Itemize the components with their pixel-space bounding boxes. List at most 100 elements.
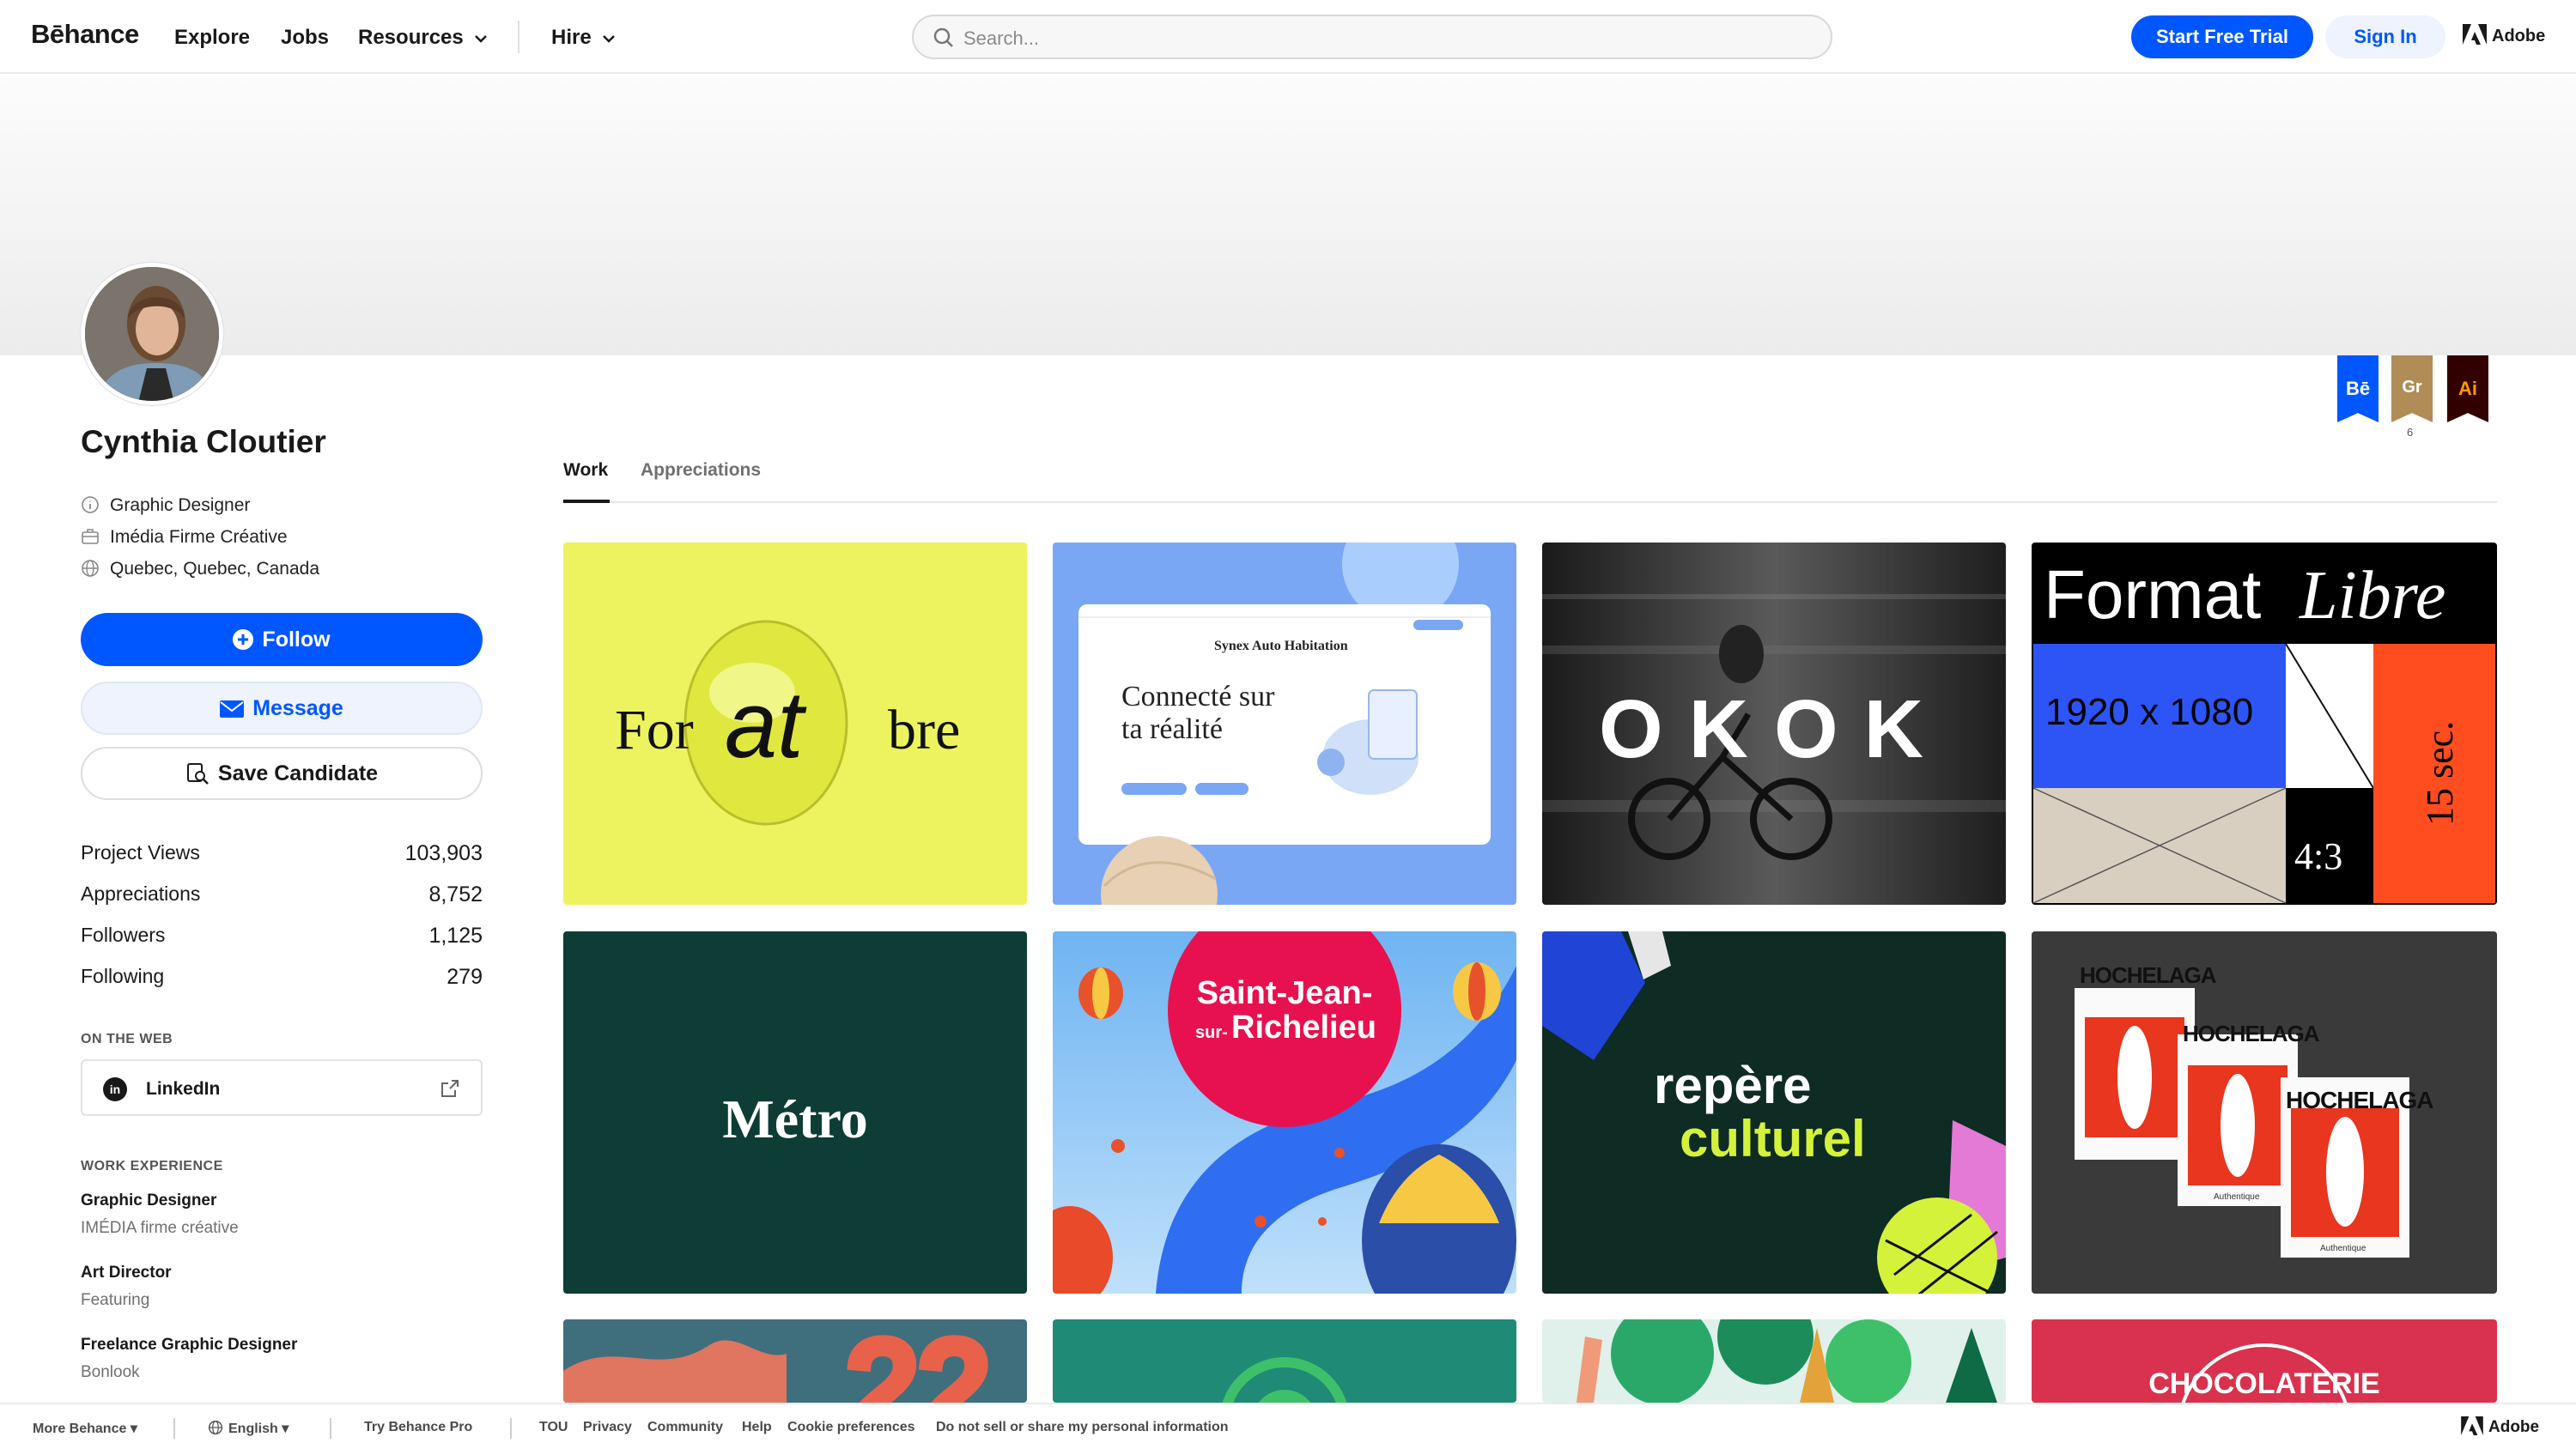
project-card-22[interactable]: 22 bbox=[563, 1319, 1027, 1403]
job-company: Featuring bbox=[81, 1291, 150, 1309]
project-cover bbox=[1053, 1319, 1516, 1403]
project-text: HOCHELAGA bbox=[2183, 1021, 2320, 1046]
project-cover: Synex Auto Habitation Connecté sur ta ré… bbox=[1053, 543, 1516, 905]
project-text: repère bbox=[1654, 1057, 1811, 1114]
behance-badge[interactable]: Bē bbox=[2337, 355, 2379, 422]
project-cover: OKOK bbox=[1542, 543, 2006, 905]
project-card-format-libre-yellow[interactable]: For at bre bbox=[563, 543, 1027, 905]
location-text: Quebec, Quebec, Canada bbox=[110, 559, 320, 579]
illustrator-badge[interactable]: Ai bbox=[2447, 355, 2488, 422]
footer-link-cookies[interactable]: Cookie preferences bbox=[787, 1420, 915, 1435]
nav-jobs[interactable]: Jobs bbox=[281, 26, 329, 50]
project-text: HOCHELAGA bbox=[2286, 1087, 2433, 1113]
stat-project-views: Project Views 103,903 bbox=[81, 841, 483, 865]
stat-followers[interactable]: Followers 1,125 bbox=[81, 924, 483, 948]
project-text: Métro bbox=[722, 1088, 867, 1149]
footer-link-community[interactable]: Community bbox=[647, 1420, 723, 1435]
adobe-link[interactable]: Adobe bbox=[2463, 24, 2545, 46]
tab-work[interactable]: Work bbox=[563, 460, 608, 481]
sign-in-button[interactable]: Sign In bbox=[2325, 15, 2445, 58]
job-company: IMÉDIA firme créative bbox=[81, 1219, 239, 1237]
avatar[interactable] bbox=[81, 263, 223, 405]
footer-link-privacy[interactable]: Privacy bbox=[583, 1420, 632, 1435]
project-text: ta réalité bbox=[1121, 713, 1223, 745]
profile-company: Imédia Firme Créative bbox=[81, 527, 288, 548]
info-icon bbox=[82, 496, 99, 513]
footer-divider bbox=[510, 1418, 512, 1439]
project-card-trees[interactable] bbox=[1542, 1319, 2006, 1403]
project-cover: Métro bbox=[563, 931, 1027, 1294]
nav-divider bbox=[518, 21, 519, 53]
search-input[interactable]: Search... bbox=[912, 15, 1832, 59]
save-candidate-icon bbox=[186, 763, 209, 785]
globe-icon bbox=[208, 1420, 223, 1435]
message-label: Message bbox=[252, 696, 343, 720]
project-text: Authentique bbox=[2214, 1192, 2260, 1202]
footer-link-do-not-sell[interactable]: Do not sell or share my personal informa… bbox=[936, 1420, 1229, 1435]
nav-resources[interactable]: Resources bbox=[358, 26, 488, 50]
project-card-synex[interactable]: Synex Auto Habitation Connecté sur ta ré… bbox=[1053, 543, 1516, 905]
project-card-saint-jean[interactable]: Saint-Jean- sur- Richelieu bbox=[1053, 931, 1516, 1294]
project-text: Authentique bbox=[2320, 1244, 2366, 1253]
footer-language-label: English bbox=[228, 1422, 278, 1436]
project-text: Format bbox=[2044, 556, 2261, 633]
footer-try-pro[interactable]: Try Behance Pro bbox=[364, 1420, 472, 1435]
project-card-metro[interactable]: Métro bbox=[563, 931, 1027, 1294]
avatar-photo bbox=[85, 267, 219, 401]
start-free-trial-button[interactable]: Start Free Trial bbox=[2131, 15, 2313, 58]
project-text: 15 sec. bbox=[2419, 721, 2461, 826]
active-tab-indicator bbox=[563, 500, 610, 503]
project-text: sur- bbox=[1195, 1023, 1228, 1042]
message-button[interactable]: Message bbox=[81, 682, 483, 735]
project-card-target[interactable] bbox=[1053, 1319, 1516, 1403]
project-card-okok[interactable]: OKOK bbox=[1542, 543, 2006, 905]
footer: More Behance ▾ English ▾ Try Behance Pro… bbox=[0, 1403, 2576, 1449]
footer-adobe-label: Adobe bbox=[2488, 1418, 2540, 1436]
project-card-hochelaga[interactable]: HOCHELAGA HOCHELAGA Authentique HOCHELAG… bbox=[2032, 931, 2497, 1294]
footer-more-behance[interactable]: More Behance ▾ bbox=[33, 1420, 137, 1437]
mail-icon bbox=[220, 700, 245, 718]
project-text: 22 bbox=[847, 1319, 990, 1403]
linkedin-link[interactable]: in LinkedIn bbox=[81, 1059, 483, 1116]
follow-button[interactable]: Follow bbox=[81, 613, 483, 666]
nav-hire[interactable]: Hire bbox=[551, 26, 616, 50]
tab-appreciations[interactable]: Appreciations bbox=[641, 460, 761, 481]
job-title: Graphic Designer bbox=[81, 1191, 217, 1210]
top-navigation: Bēhance Explore Jobs Resources Hire Sear… bbox=[0, 0, 2576, 74]
search-icon bbox=[933, 27, 953, 47]
stat-following[interactable]: Following 279 bbox=[81, 965, 483, 989]
stat-appreciations: Appreciations 8,752 bbox=[81, 882, 483, 906]
caret-down-icon: ▾ bbox=[130, 1422, 137, 1436]
project-text: 4:3 bbox=[2294, 835, 2342, 877]
project-text: at bbox=[725, 672, 807, 778]
footer-divider bbox=[330, 1418, 331, 1439]
profile-location: Quebec, Quebec, Canada bbox=[81, 559, 319, 579]
footer-adobe-link[interactable]: Adobe bbox=[2461, 1416, 2539, 1437]
save-candidate-button[interactable]: Save Candidate bbox=[81, 747, 483, 800]
globe-icon bbox=[82, 560, 99, 577]
project-cover: For at bre bbox=[563, 543, 1027, 905]
footer-link-tou[interactable]: TOU bbox=[539, 1420, 568, 1435]
linkedin-icon: in bbox=[103, 1077, 127, 1101]
project-card-format-libre-grid[interactable]: Format Libre 1920 x 1080 4:3 15 sec. bbox=[2032, 543, 2497, 905]
nav-explore[interactable]: Explore bbox=[174, 26, 250, 50]
project-cover bbox=[1542, 1319, 2006, 1403]
project-cover: Format Libre 1920 x 1080 4:3 15 sec. bbox=[2032, 543, 2497, 905]
project-text: For bbox=[615, 699, 694, 761]
project-card-chocolaterie[interactable]: CHOCOLATERIE bbox=[2032, 1319, 2497, 1403]
nav-resources-label: Resources bbox=[358, 26, 464, 49]
footer-language[interactable]: English ▾ bbox=[208, 1420, 289, 1437]
profile-occupation: Graphic Designer bbox=[81, 495, 250, 516]
project-text: Saint-Jean- bbox=[1197, 975, 1373, 1011]
stat-value: 1,125 bbox=[428, 924, 483, 948]
badge-count: 6 bbox=[2407, 426, 2414, 439]
project-text: 1920 x 1080 bbox=[2045, 691, 2253, 733]
project-card-repere-culturel[interactable]: repère culturel bbox=[1542, 931, 2006, 1294]
graphic-design-badge[interactable]: Gr bbox=[2391, 355, 2433, 422]
behance-logo[interactable]: Bēhance bbox=[31, 19, 139, 50]
stat-value: 279 bbox=[447, 965, 483, 989]
project-text: bre bbox=[888, 699, 960, 761]
external-link-icon bbox=[441, 1080, 459, 1097]
chevron-down-icon bbox=[603, 35, 616, 43]
footer-link-help[interactable]: Help bbox=[742, 1420, 772, 1435]
